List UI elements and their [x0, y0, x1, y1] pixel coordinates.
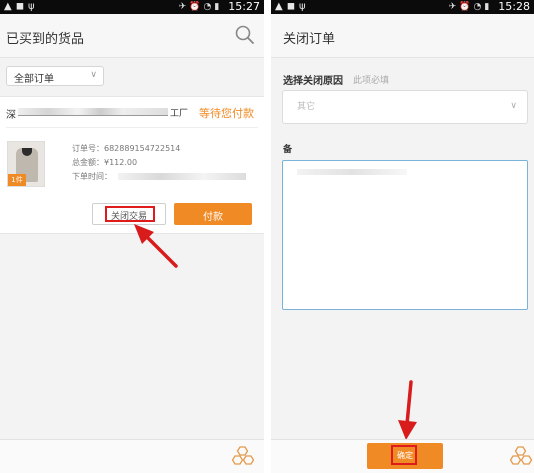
- required-hint: 此项必填: [353, 76, 390, 86]
- filter-selected-label: 全部订单: [14, 74, 54, 85]
- search-icon[interactable]: [234, 24, 256, 46]
- remark-textarea[interactable]: [282, 160, 528, 310]
- hexagon-cluster-icon[interactable]: [510, 446, 534, 468]
- order-time-redacted: [118, 173, 246, 180]
- remark-label: 备: [283, 145, 293, 155]
- chevron-down-icon: ∨: [510, 101, 517, 111]
- confirm-button[interactable]: 确定: [367, 443, 443, 469]
- title-bar: 关闭订单: [271, 14, 534, 58]
- red-arrow-icon: [398, 380, 417, 440]
- order-number-value: 682889154722514: [104, 144, 181, 153]
- order-status: 等待您付款: [199, 107, 254, 120]
- time-label: 下单时间：: [72, 172, 112, 181]
- red-arrow-icon: [134, 224, 178, 268]
- divider: [6, 127, 258, 128]
- shop-name-suffix: 工厂: [170, 109, 189, 119]
- order-time: 下单时间：: [72, 171, 112, 182]
- order-total: 总金额：¥112.00: [72, 157, 137, 168]
- bottom-bar: [0, 439, 264, 473]
- close-reason-value: 其它: [297, 102, 316, 112]
- close-reason-select[interactable]: 其它 ∨: [282, 90, 528, 124]
- clock: 15:28: [498, 0, 530, 13]
- system-icons: ✈⏰◔▮: [178, 1, 223, 12]
- order-number-label: 订单号：: [72, 144, 104, 153]
- shop-name[interactable]: 深: [6, 106, 16, 121]
- status-bar: ▲◼ψ ✈⏰◔▮ 15:27: [0, 0, 264, 14]
- page-title: 已买到的货品: [6, 32, 85, 47]
- remark-redacted-text: [297, 169, 407, 175]
- total-label: 总金额：: [72, 158, 104, 167]
- left-screen: ▲◼ψ ✈⏰◔▮ 15:27 已买到的货品 全部订单 ∨ 深 工厂 等待您付款 …: [0, 0, 264, 473]
- confirm-label: 确定: [397, 451, 413, 460]
- title-bar: 已买到的货品: [0, 14, 264, 58]
- right-screen: ▲◼ψ ✈⏰◔▮ 15:28 关闭订单 选择关闭原因 此项必填 其它 ∨ 备 确…: [271, 0, 534, 473]
- shop-name-redacted: [18, 108, 168, 116]
- total-value: ¥112.00: [104, 158, 138, 167]
- page-title: 关闭订单: [283, 32, 336, 47]
- notification-icons: ▲◼ψ: [4, 1, 39, 12]
- hexagon-cluster-icon[interactable]: [232, 446, 256, 468]
- close-reason-label: 选择关闭原因: [283, 76, 343, 87]
- system-icons: ✈⏰◔▮: [448, 1, 493, 12]
- screen-divider: [264, 0, 271, 473]
- chevron-down-icon: ∨: [90, 70, 97, 80]
- product-thumbnail[interactable]: 1件: [7, 141, 45, 187]
- clock: 15:27: [228, 0, 260, 13]
- order-card: 深 工厂 等待您付款 1件 订单号：682889154722514 总金额：¥1…: [0, 96, 264, 234]
- status-bar: ▲◼ψ ✈⏰◔▮ 15:28: [271, 0, 534, 14]
- order-filter-dropdown[interactable]: 全部订单 ∨: [6, 66, 104, 86]
- quantity-badge: 1件: [8, 174, 26, 186]
- notification-icons: ▲◼ψ: [275, 1, 310, 12]
- order-number: 订单号：682889154722514: [72, 143, 180, 154]
